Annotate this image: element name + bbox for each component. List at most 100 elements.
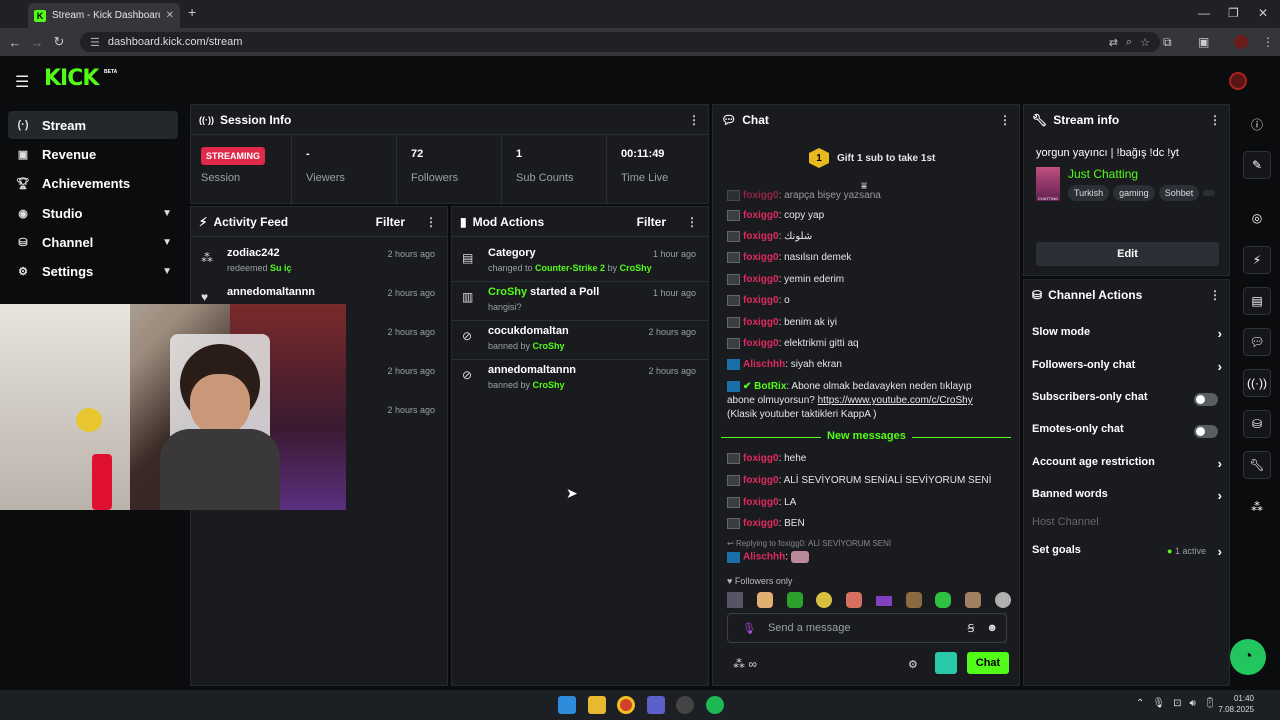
emote-icon[interactable] bbox=[756, 592, 773, 608]
kick-logo[interactable]: KICK bbox=[44, 66, 99, 91]
close-window-icon[interactable]: ✕ bbox=[1258, 6, 1268, 20]
spotify-icon[interactable] bbox=[706, 696, 724, 714]
translate-icon[interactable]: ⇄ bbox=[1109, 36, 1118, 49]
sidebar-item-studio[interactable]: ◉ Studio ▼ bbox=[8, 199, 178, 227]
chat-username[interactable]: foxigg0 bbox=[743, 338, 779, 349]
close-tab-icon[interactable]: ✕ bbox=[166, 10, 174, 21]
sidebar-item-revenue[interactable]: ▣ Revenue bbox=[8, 140, 178, 168]
user-avatar[interactable] bbox=[1229, 72, 1247, 90]
chat-settings-icon[interactable]: ⚙ bbox=[908, 658, 918, 671]
chat-username[interactable]: foxigg0 bbox=[743, 295, 779, 306]
profile-avatar[interactable] bbox=[1234, 35, 1248, 49]
back-icon[interactable]: ← bbox=[4, 35, 26, 50]
chat-username[interactable]: foxigg0 bbox=[743, 210, 779, 221]
activity-user[interactable]: zodiac242 bbox=[227, 247, 280, 259]
site-info-icon[interactable]: ☰ bbox=[90, 36, 100, 49]
chrome-icon[interactable] bbox=[617, 696, 635, 714]
teams-icon[interactable] bbox=[647, 696, 665, 714]
more-options-icon[interactable]: ⋮ bbox=[999, 113, 1011, 127]
chat-link[interactable]: https://www.youtube.com/c/CroShy bbox=[818, 395, 973, 406]
emote-icon[interactable] bbox=[786, 592, 803, 608]
subscribers-only-toggle[interactable] bbox=[1194, 393, 1218, 406]
chat-username[interactable]: foxigg0 bbox=[743, 518, 779, 529]
chat-username[interactable]: foxigg0 bbox=[743, 317, 779, 328]
reload-icon[interactable]: ↻ bbox=[48, 34, 70, 50]
moderator-name[interactable]: CroShy bbox=[533, 341, 565, 351]
chat-username[interactable]: Alischhh bbox=[743, 552, 785, 563]
hamburger-menu-icon[interactable]: ☰ bbox=[15, 72, 29, 92]
emote-icon[interactable] bbox=[935, 592, 952, 608]
new-messages-label[interactable]: New messages bbox=[821, 430, 912, 442]
sidebar-item-achievements[interactable]: 🏆︎ Achievements bbox=[8, 169, 178, 197]
maximize-icon[interactable]: ❐ bbox=[1228, 6, 1239, 20]
more-options-icon[interactable]: ⋮ bbox=[425, 215, 437, 229]
broadcast-icon[interactable]: ((·)) bbox=[1243, 369, 1271, 397]
chat-username[interactable]: BotRix bbox=[754, 381, 786, 392]
microphone-icon[interactable]: 🎙︎ bbox=[742, 622, 756, 635]
browser-tab[interactable]: K Stream - Kick Dashboard ✕ bbox=[28, 3, 180, 28]
moderator-name[interactable]: CroShy bbox=[488, 286, 527, 298]
banned-user[interactable]: cocukdomaltan bbox=[488, 325, 569, 337]
system-tray-icons[interactable]: ⌃🎙︎⊡🔊︎🔋︎ bbox=[1136, 698, 1224, 709]
forward-icon[interactable]: → bbox=[26, 35, 48, 50]
emotes-only-toggle[interactable] bbox=[1194, 425, 1218, 438]
activity-user[interactable]: annedomaltannn bbox=[227, 286, 315, 298]
kickbot-icon[interactable] bbox=[935, 652, 957, 674]
edit-stream-info-button[interactable]: Edit bbox=[1036, 242, 1219, 266]
chat-message-input[interactable]: 🎙︎ Send a message Ꞩ ☻ bbox=[727, 613, 1007, 643]
account-age-row[interactable]: Account age restriction › bbox=[1032, 456, 1222, 476]
moderator-name[interactable]: CroShy bbox=[533, 380, 565, 390]
edit-pencil-icon[interactable]: ✎ bbox=[1243, 151, 1271, 179]
sidebar-item-settings[interactable]: ⚙ Settings ▼ bbox=[8, 257, 178, 285]
wrench-icon[interactable]: 🔧︎ bbox=[1243, 451, 1271, 479]
taskbar-clock[interactable]: 01:40 7.08.2025 bbox=[1218, 693, 1254, 715]
support-chat-icon[interactable]: ◔ bbox=[1230, 639, 1266, 675]
zoom-icon[interactable]: ⌕ bbox=[1126, 36, 1132, 49]
emote-icon[interactable] bbox=[727, 592, 743, 608]
points-icon[interactable]: ⁂ bbox=[1243, 493, 1271, 521]
app-icon[interactable] bbox=[676, 696, 694, 714]
emote-icon[interactable] bbox=[994, 592, 1011, 608]
info-icon[interactable]: ⓘ bbox=[1243, 110, 1271, 138]
gift-sub-banner[interactable]: 1 Gift 1 sub to take 1st bbox=[809, 148, 935, 168]
emoji-picker-icon[interactable]: ☻ bbox=[986, 622, 998, 634]
new-tab-icon[interactable]: + bbox=[188, 4, 196, 20]
points-icon[interactable]: ⁂ ∞ bbox=[733, 657, 757, 671]
document-icon[interactable]: ▤ bbox=[1243, 287, 1271, 315]
camera-icon[interactable]: ◎ bbox=[1243, 204, 1271, 232]
file-explorer-icon[interactable] bbox=[588, 696, 606, 714]
emote-icon[interactable] bbox=[816, 592, 833, 608]
minimize-icon[interactable]: — bbox=[1198, 6, 1210, 20]
chat-username[interactable]: foxigg0 bbox=[743, 475, 779, 486]
chat-username[interactable]: foxigg0 bbox=[743, 453, 779, 464]
slow-mode-row[interactable]: Slow mode › bbox=[1032, 326, 1222, 346]
chat-username[interactable]: foxigg0 bbox=[743, 190, 779, 201]
filter-button[interactable]: Filter bbox=[376, 215, 405, 229]
translate-icon[interactable]: Ꞩ bbox=[967, 622, 974, 635]
chat-username[interactable]: Alischhh bbox=[743, 359, 785, 370]
category-name[interactable]: Just Chatting bbox=[1068, 167, 1138, 181]
set-goals-row[interactable]: Set goals ● 1 active › bbox=[1032, 544, 1222, 564]
more-options-icon[interactable]: ⋮ bbox=[686, 215, 698, 229]
chat-username[interactable]: foxigg0 bbox=[743, 231, 779, 242]
filter-button[interactable]: Filter bbox=[637, 215, 666, 229]
sidebar-item-stream[interactable]: (·) Stream bbox=[8, 111, 178, 139]
moderator-name[interactable]: CroShy bbox=[620, 263, 652, 273]
lightning-icon[interactable]: ⚡︎ bbox=[1243, 246, 1271, 274]
extensions-icon[interactable]: ⧉ bbox=[1163, 35, 1172, 50]
banned-words-row[interactable]: Banned words › bbox=[1032, 488, 1222, 508]
layout-icon[interactable]: ⛁ bbox=[1243, 410, 1271, 438]
emote-icon[interactable] bbox=[905, 592, 922, 608]
more-options-icon[interactable]: ⋮ bbox=[688, 113, 700, 127]
emote-icon[interactable] bbox=[846, 592, 863, 608]
send-chat-button[interactable]: Chat bbox=[967, 652, 1009, 674]
chat-icon[interactable]: 💬︎ bbox=[1243, 328, 1271, 356]
emote-icon[interactable] bbox=[965, 592, 982, 608]
category-thumbnail[interactable]: CHATTING bbox=[1036, 167, 1060, 201]
more-options-icon[interactable]: ⋮ bbox=[1209, 288, 1221, 302]
windows-start-icon[interactable] bbox=[558, 696, 576, 714]
emote-icon[interactable] bbox=[875, 596, 892, 606]
browser-menu-icon[interactable]: ⋮ bbox=[1262, 35, 1274, 49]
category-name[interactable]: Counter-Strike 2 bbox=[535, 263, 605, 273]
chat-username[interactable]: foxigg0 bbox=[743, 252, 779, 263]
